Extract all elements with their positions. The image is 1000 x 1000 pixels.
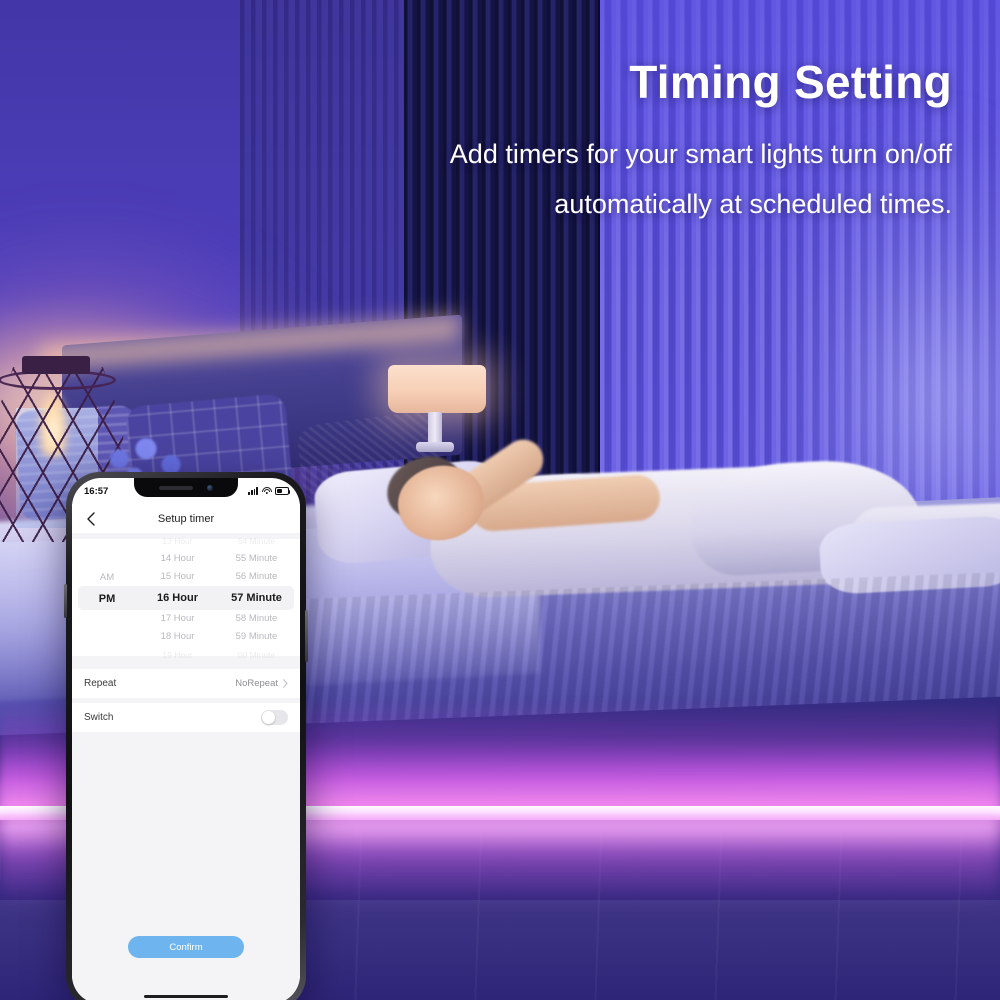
table-lamp-base (416, 442, 454, 452)
earpiece-speaker-icon (159, 485, 193, 490)
repeat-value-wrap: NoRepeat (235, 678, 288, 689)
front-camera-icon (207, 484, 213, 491)
picker-option[interactable]: 17 Hour (138, 610, 217, 628)
page-title: Timing Setting (629, 56, 952, 108)
picker-option[interactable]: 13 Hour (138, 532, 217, 550)
picker-option[interactable]: 59 Minute (217, 628, 296, 646)
repeat-row[interactable]: Repeat NoRepeat (72, 669, 300, 698)
picker-option[interactable] (76, 641, 138, 656)
picker-column-hour[interactable]: 13 Hour 14 Hour 15 Hour 16 Hour 17 Hour … (138, 536, 217, 660)
repeat-label: Repeat (84, 678, 117, 689)
phone-screen: 16:57 Setup timer AM PM 13 Hour 14 Hour … (72, 478, 300, 1000)
app-navbar: Setup timer (72, 504, 300, 533)
promo-headline-wrap: Timing Setting (312, 56, 952, 108)
picker-option[interactable]: 19 Hour (138, 646, 217, 664)
toggle-knob (262, 711, 275, 724)
promo-subline-line1: Add timers for your smart lights turn on… (449, 139, 952, 169)
repeat-value: NoRepeat (235, 678, 278, 689)
picker-option[interactable] (76, 539, 138, 554)
picker-option[interactable]: 00 Minute (217, 646, 296, 664)
phone-mockup: 16:57 Setup timer AM PM 13 Hour 14 Hour … (64, 472, 308, 1000)
screen-title: Setup timer (157, 512, 215, 525)
picker-option[interactable]: 55 Minute (217, 550, 296, 568)
chevron-right-icon (283, 679, 288, 688)
picker-option[interactable] (76, 611, 138, 626)
picker-option[interactable]: 15 Hour (138, 568, 217, 586)
time-picker[interactable]: AM PM 13 Hour 14 Hour 15 Hour 16 Hour 17… (72, 536, 300, 660)
picker-option[interactable]: 14 Hour (138, 550, 217, 568)
table-lamp-shade (388, 365, 486, 413)
table-lamp-neck (428, 412, 442, 446)
status-bar-time: 16:57 (84, 485, 109, 497)
promo-subline-line2: automatically at scheduled times. (554, 188, 952, 219)
picker-option[interactable]: 56 Minute (217, 568, 296, 586)
chevron-left-icon[interactable] (82, 510, 100, 528)
picker-option-selected[interactable]: PM (76, 587, 138, 611)
wifi-icon (261, 487, 272, 495)
switch-toggle[interactable] (261, 710, 288, 725)
picker-option-selected[interactable]: 16 Hour (138, 586, 217, 610)
picker-option[interactable]: 58 Minute (217, 610, 296, 628)
switch-row[interactable]: Switch (72, 703, 300, 732)
status-bar-icons (248, 487, 291, 495)
signal-bars-icon (248, 487, 258, 495)
confirm-button[interactable]: Confirm (128, 936, 244, 958)
battery-icon (275, 487, 291, 495)
switch-label: Switch (84, 712, 114, 723)
picker-column-ampm[interactable]: AM PM (76, 539, 138, 656)
promo-subline: Add timers for your smart lights turn on… (332, 130, 952, 230)
lantern-cap (22, 356, 90, 374)
picker-option[interactable]: 18 Hour (138, 628, 217, 646)
phone-notch (134, 478, 238, 497)
picker-column-minute[interactable]: 54 Minute 55 Minute 56 Minute 57 Minute … (217, 536, 296, 660)
picker-option-selected[interactable]: 57 Minute (217, 586, 296, 610)
picker-option[interactable] (76, 626, 138, 641)
picker-option[interactable] (76, 554, 138, 569)
content-spacer (72, 732, 300, 936)
picker-option[interactable]: AM (76, 569, 138, 587)
confirm-button-area: Confirm (72, 936, 300, 1000)
picker-option[interactable]: 54 Minute (217, 532, 296, 550)
home-indicator[interactable] (144, 994, 228, 998)
